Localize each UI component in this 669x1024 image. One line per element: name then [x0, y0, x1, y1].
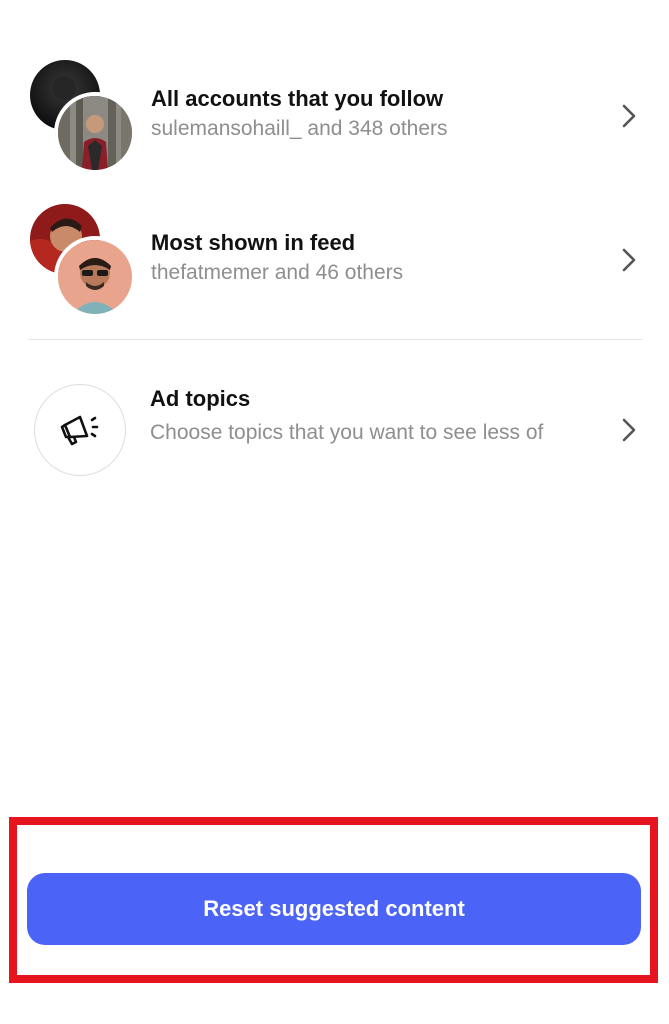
- row-subtitle: sulemansohaill_ and 348 others: [151, 117, 448, 140]
- avatar-stack: [28, 204, 136, 318]
- chevron-right-icon: [622, 104, 636, 128]
- megaphone-icon: [60, 415, 98, 445]
- avatar: [54, 236, 136, 318]
- chevron-right-icon: [622, 418, 636, 442]
- avatar: [54, 92, 136, 174]
- row-title: All accounts that you follow: [151, 86, 444, 111]
- row-title: Most shown in feed: [151, 230, 356, 255]
- row-ad-topics[interactable]: Ad topics Choose topics that you want to…: [0, 370, 669, 490]
- row-most-shown-in-feed[interactable]: Most shown in feed thefatmemer and 46 ot…: [0, 204, 669, 318]
- row-subtitle: Choose topics that you want to see less …: [150, 421, 544, 444]
- reset-suggested-content-button[interactable]: Reset suggested content: [27, 873, 641, 945]
- row-all-accounts-follow[interactable]: All accounts that you follow sulemansoha…: [0, 60, 669, 174]
- avatar-stack: [28, 60, 136, 174]
- chevron-right-icon: [622, 248, 636, 272]
- divider: [28, 339, 642, 340]
- row-subtitle: thefatmemer and 46 others: [151, 261, 404, 284]
- row-title: Ad topics: [150, 386, 251, 411]
- ad-topics-icon-circle: [34, 384, 126, 476]
